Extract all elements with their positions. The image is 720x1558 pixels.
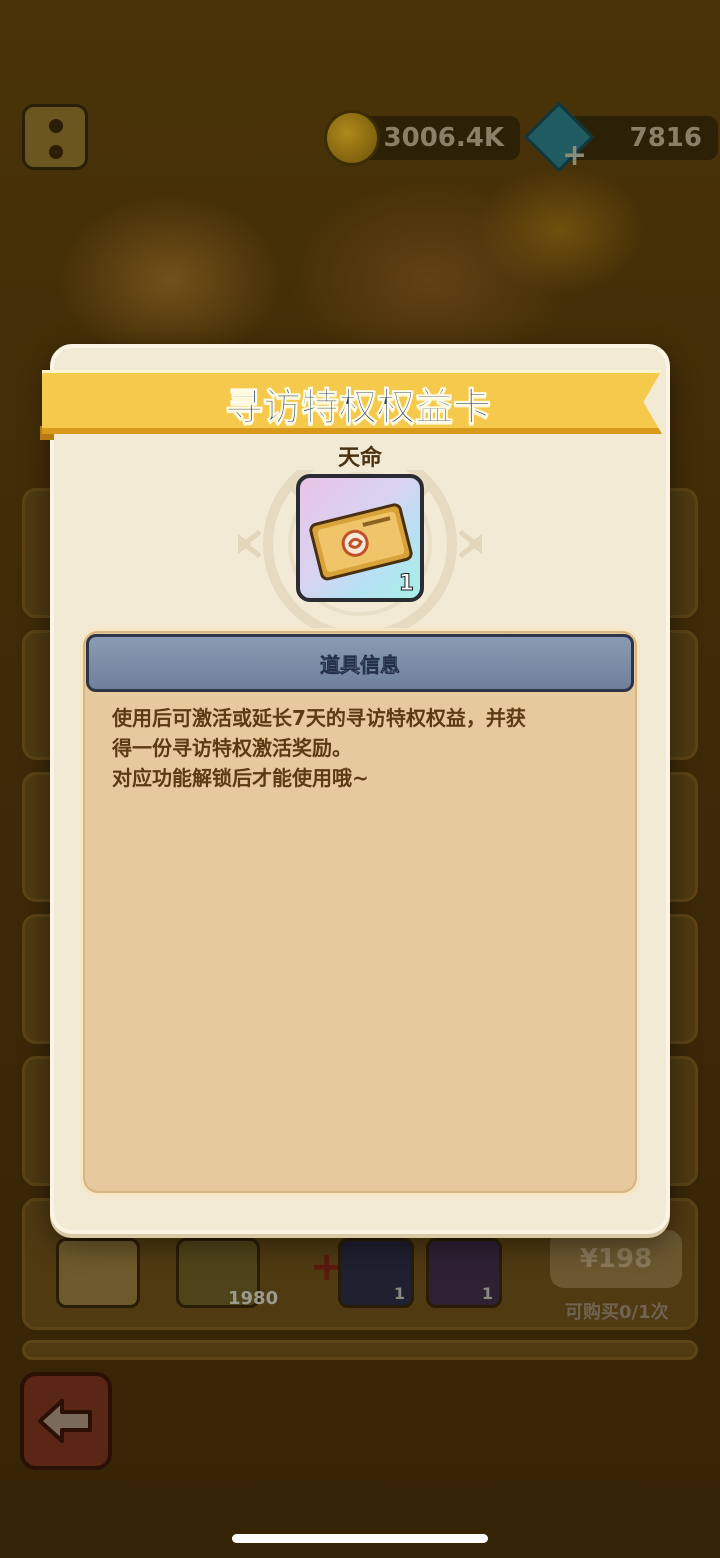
- info-dot-icon: [49, 145, 63, 159]
- back-button[interactable]: [20, 1372, 112, 1470]
- info-dot-icon: [49, 119, 63, 133]
- item-icon-card: 1: [296, 474, 424, 602]
- purchase-limit: 可购买0/1次: [565, 1302, 669, 1323]
- item-reward-slot[interactable]: 1: [338, 1238, 414, 1308]
- coin-amount: 3006.4K: [383, 123, 504, 153]
- add-gems-icon[interactable]: +: [562, 138, 587, 173]
- gem-reward-count: 1980: [228, 1288, 279, 1309]
- item-rarity-label: 天命: [337, 446, 382, 471]
- info-button[interactable]: [22, 104, 88, 170]
- description-line: 对应功能解锁后才能使用哦~: [112, 766, 369, 790]
- coin-icon: [324, 110, 380, 166]
- price-button[interactable]: ¥198: [550, 1230, 682, 1288]
- dialog-title: 寻访特权权益卡: [224, 385, 491, 430]
- home-indicator[interactable]: [232, 1534, 488, 1543]
- item-description: 使用后可激活或延长7天的寻访特权权益，并获 得一份寻访特权激活奖励。 对应功能解…: [112, 703, 612, 793]
- shop-row-background: [22, 1340, 698, 1360]
- item-quantity: 1: [398, 571, 414, 597]
- title-ribbon: 寻访特权权益卡: [38, 366, 678, 440]
- item-reward-qty: 1: [481, 1284, 493, 1303]
- description-line: 使用后可激活或延长7天的寻访特权权益，并获: [112, 706, 526, 730]
- hero-portrait-slot[interactable]: [56, 1238, 140, 1308]
- description-line: 得一份寻访特权激活奖励。: [112, 736, 352, 760]
- back-arrow-icon: [38, 1399, 92, 1443]
- gem-amount: 7816: [629, 123, 702, 153]
- item-reward-slot[interactable]: 1: [426, 1238, 502, 1308]
- item-reward-qty: 1: [393, 1284, 405, 1303]
- info-header: 道具信息: [86, 634, 634, 692]
